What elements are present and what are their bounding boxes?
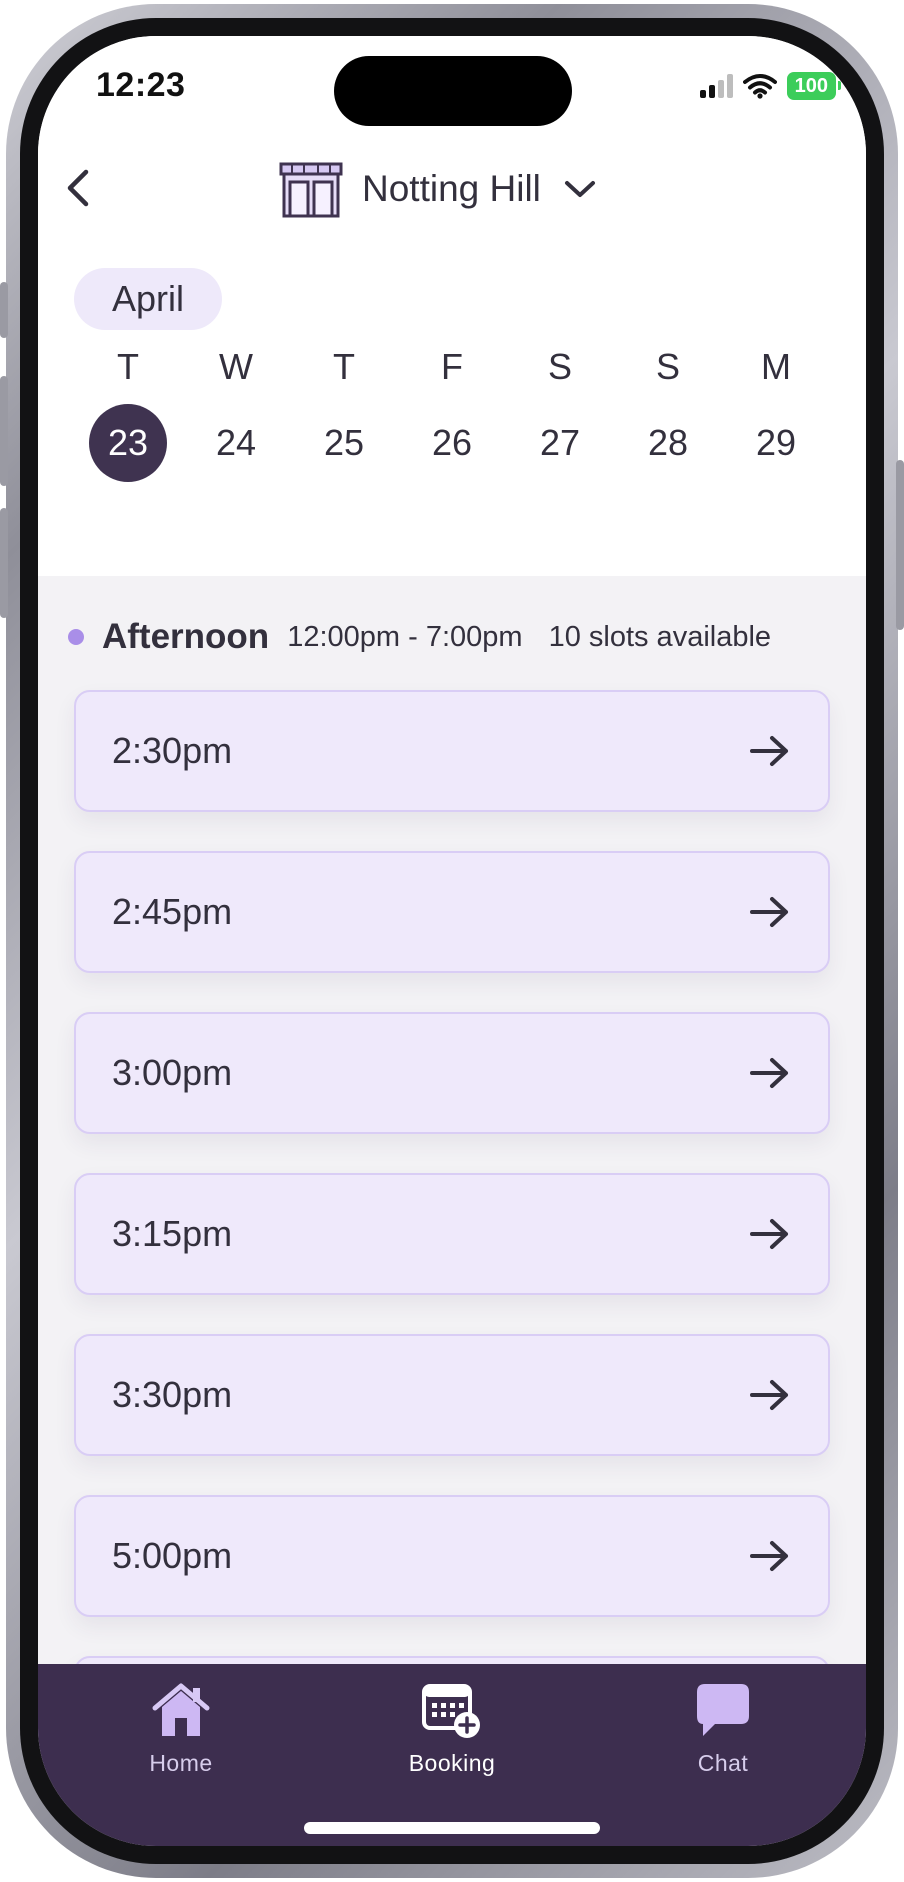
- slot-time: 2:30pm: [112, 730, 233, 771]
- chevron-down-icon: [564, 181, 595, 197]
- tab-chat[interactable]: Chat: [643, 1678, 803, 1788]
- tab-label: Chat: [697, 1750, 749, 1776]
- slot-time: 3:30pm: [112, 1374, 233, 1415]
- action-button: [0, 282, 8, 338]
- time-slot-button[interactable]: 3:00pm: [74, 1012, 830, 1134]
- arrow-right-icon: [750, 1541, 788, 1571]
- battery-indicator: 100: [786, 72, 842, 100]
- time-slot-button[interactable]: 5:00pm: [74, 1495, 830, 1617]
- weekday-label: T: [117, 346, 139, 387]
- slots-available-count: 10 slots available: [548, 620, 772, 653]
- app-screen: 12:23 100 Notting Hill April T W T F S S…: [38, 36, 866, 1846]
- section-dot-icon: [68, 629, 84, 645]
- arrow-right-icon: [750, 1219, 788, 1249]
- section-header-afternoon: Afternoon 12:00pm - 7:00pm 10 slots avai…: [68, 612, 848, 662]
- section-time-range: 12:00pm - 7:00pm: [287, 620, 523, 653]
- wifi-icon: [742, 74, 777, 99]
- status-indicators: 100: [699, 72, 842, 100]
- time-slot-button[interactable]: 2:45pm: [74, 851, 830, 973]
- month-selector[interactable]: April: [74, 268, 222, 330]
- date-number: 25: [323, 422, 365, 463]
- dynamic-island: [334, 56, 572, 126]
- back-button[interactable]: [52, 156, 112, 220]
- date-number: 27: [539, 422, 581, 463]
- weekday-label: F: [441, 346, 463, 387]
- status-time: 12:23: [96, 66, 186, 104]
- date-cell[interactable]: 24: [182, 404, 290, 482]
- weekday-label: M: [761, 346, 791, 387]
- location-name: Notting Hill: [362, 168, 541, 209]
- date-row: 23 24 25 26 27 28 29: [74, 404, 830, 482]
- weekday-row: T W T F S S M: [74, 346, 830, 388]
- date-number: 28: [647, 422, 689, 463]
- chat-icon: [697, 1684, 749, 1736]
- arrow-right-icon: [750, 897, 788, 927]
- tab-label: Booking: [408, 1750, 496, 1776]
- home-icon: [152, 1683, 210, 1736]
- date-cell[interactable]: 26: [398, 404, 506, 482]
- date-number: 29: [755, 422, 797, 463]
- home-indicator: [304, 1822, 600, 1834]
- section-title: Afternoon: [102, 617, 270, 656]
- power-button: [896, 460, 904, 630]
- slot-time: 2:45pm: [112, 891, 233, 932]
- weekday-label: T: [333, 346, 355, 387]
- date-cell[interactable]: 27: [506, 404, 614, 482]
- volume-down-button: [0, 508, 8, 618]
- date-cell[interactable]: 28: [614, 404, 722, 482]
- arrow-right-icon: [750, 736, 788, 766]
- arrow-right-icon: [750, 1058, 788, 1088]
- time-slot-button[interactable]: 2:30pm: [74, 690, 830, 812]
- slot-time: 3:00pm: [112, 1052, 233, 1093]
- date-number: 23: [89, 404, 167, 482]
- time-slot-button[interactable]: 3:15pm: [74, 1173, 830, 1295]
- volume-up-button: [0, 376, 8, 486]
- date-cell[interactable]: 25: [290, 404, 398, 482]
- weekday-label: S: [655, 346, 680, 387]
- arrow-right-icon: [750, 1380, 788, 1410]
- weekday-label: S: [547, 346, 572, 387]
- tab-booking[interactable]: Booking: [372, 1678, 532, 1788]
- time-slot-button[interactable]: 3:30pm: [74, 1334, 830, 1456]
- storefront-icon: [279, 162, 343, 218]
- calendar-add-icon: [422, 1684, 480, 1738]
- tab-home[interactable]: Home: [101, 1678, 261, 1788]
- tab-label: Home: [149, 1750, 213, 1776]
- tab-bar: Home Booking Chat: [38, 1664, 866, 1846]
- weekday-label: W: [219, 346, 253, 387]
- cellular-signal-icon: [699, 74, 733, 98]
- date-number: 24: [215, 422, 257, 463]
- date-number: 26: [431, 422, 473, 463]
- chevron-left-icon: [67, 169, 89, 207]
- date-cell-selected[interactable]: 23: [74, 404, 182, 482]
- date-cell[interactable]: 29: [722, 404, 830, 482]
- slot-time: 3:15pm: [112, 1213, 233, 1254]
- slot-time: 5:00pm: [112, 1535, 233, 1576]
- location-selector[interactable]: Notting Hill: [278, 154, 597, 224]
